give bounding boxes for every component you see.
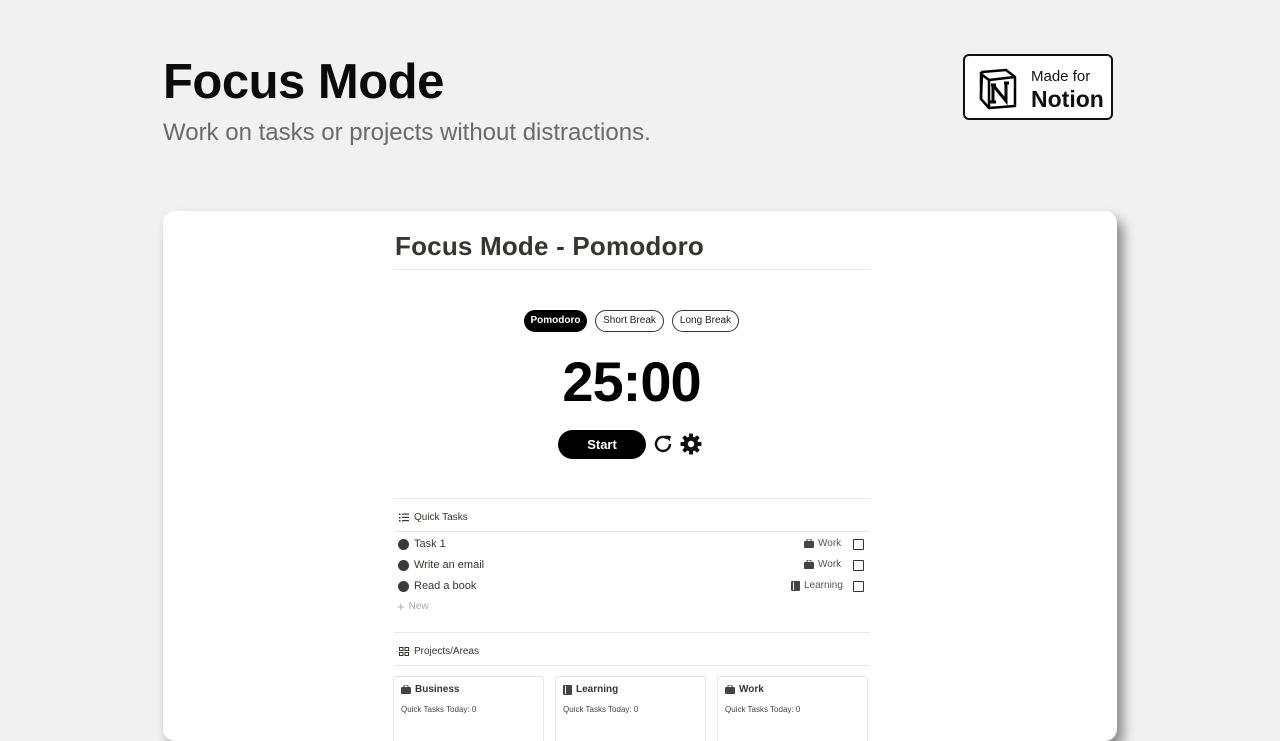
badge-small-text: Made for (1031, 68, 1091, 85)
card-subtitle: Quick Tasks Today: 0 (401, 705, 477, 714)
card-title-label: Learning (576, 684, 619, 695)
grid-icon (399, 647, 409, 656)
new-task-label: New (408, 601, 429, 612)
badge-big-text: Notion (1031, 86, 1104, 112)
task-checkbox[interactable] (853, 560, 864, 571)
notion-page-window: Focus Mode - Pomodoro Pomodoro Short Bre… (163, 211, 1117, 741)
task-tag: Work (804, 559, 841, 570)
briefcase-icon (804, 539, 814, 548)
gear-icon[interactable] (679, 432, 703, 456)
tab-long-break[interactable]: Long Break (672, 310, 739, 332)
task-name: Write an email (414, 559, 485, 571)
start-button[interactable]: Start (558, 430, 646, 459)
timer-display: 25:00 (562, 350, 701, 413)
task-name: Read a book (414, 580, 477, 592)
task-tag-label: Work (818, 538, 842, 549)
task-tag: Learning (791, 580, 843, 591)
project-card-learning[interactable]: Learning Quick Tasks Today: 0 (555, 676, 706, 741)
task-status-dot (398, 581, 409, 592)
task-tag: Work (804, 538, 841, 549)
projects-heading[interactable]: Projects/Areas (399, 646, 479, 657)
task-tag-label: Learning (804, 580, 843, 591)
book-icon (791, 580, 800, 591)
projects-divider (394, 632, 870, 633)
quick-tasks-header-divider (394, 531, 870, 532)
briefcase-icon (725, 685, 735, 694)
briefcase-icon (401, 685, 411, 694)
card-subtitle: Quick Tasks Today: 0 (563, 705, 639, 714)
task-row[interactable]: Read a book Learning (394, 577, 870, 597)
tab-short-break[interactable]: Short Break (595, 310, 664, 332)
task-status-dot (398, 539, 409, 550)
project-card-work[interactable]: Work Quick Tasks Today: 0 (717, 676, 868, 741)
tab-pomodoro[interactable]: Pomodoro (524, 310, 587, 332)
reset-icon[interactable] (651, 432, 675, 456)
new-task-button[interactable]: + New (397, 598, 429, 614)
project-card-business[interactable]: Business Quick Tasks Today: 0 (393, 676, 544, 741)
quick-tasks-heading[interactable]: Quick Tasks (399, 512, 468, 523)
task-row[interactable]: Write an email Work (394, 556, 870, 576)
list-icon (399, 513, 409, 522)
made-for-notion-badge[interactable]: Made for Notion (963, 54, 1113, 120)
card-title: Learning (563, 684, 618, 695)
card-title-label: Work (739, 684, 764, 695)
notion-logo-icon (979, 68, 1017, 110)
quick-tasks-divider (394, 498, 870, 499)
title-divider (394, 269, 870, 270)
task-name: Task 1 (414, 538, 446, 550)
page-title: Focus Mode - Pomodoro (395, 231, 704, 261)
task-checkbox[interactable] (853, 581, 864, 592)
task-checkbox[interactable] (853, 539, 864, 550)
quick-tasks-label: Quick Tasks (414, 512, 468, 523)
plus-icon: + (397, 598, 405, 614)
projects-label: Projects/Areas (414, 646, 480, 657)
briefcase-icon (804, 560, 814, 569)
task-row[interactable]: Task 1 Work (394, 535, 870, 555)
task-tag-label: Work (818, 559, 842, 570)
card-title: Work (725, 684, 764, 695)
card-title: Business (401, 684, 459, 695)
card-subtitle: Quick Tasks Today: 0 (725, 705, 801, 714)
book-icon (563, 684, 572, 695)
projects-header-divider (394, 665, 870, 666)
card-title-label: Business (415, 684, 460, 695)
hero-title: Focus Mode (163, 55, 444, 109)
hero-subtitle: Work on tasks or projects without distra… (163, 119, 651, 146)
task-status-dot (398, 560, 409, 571)
